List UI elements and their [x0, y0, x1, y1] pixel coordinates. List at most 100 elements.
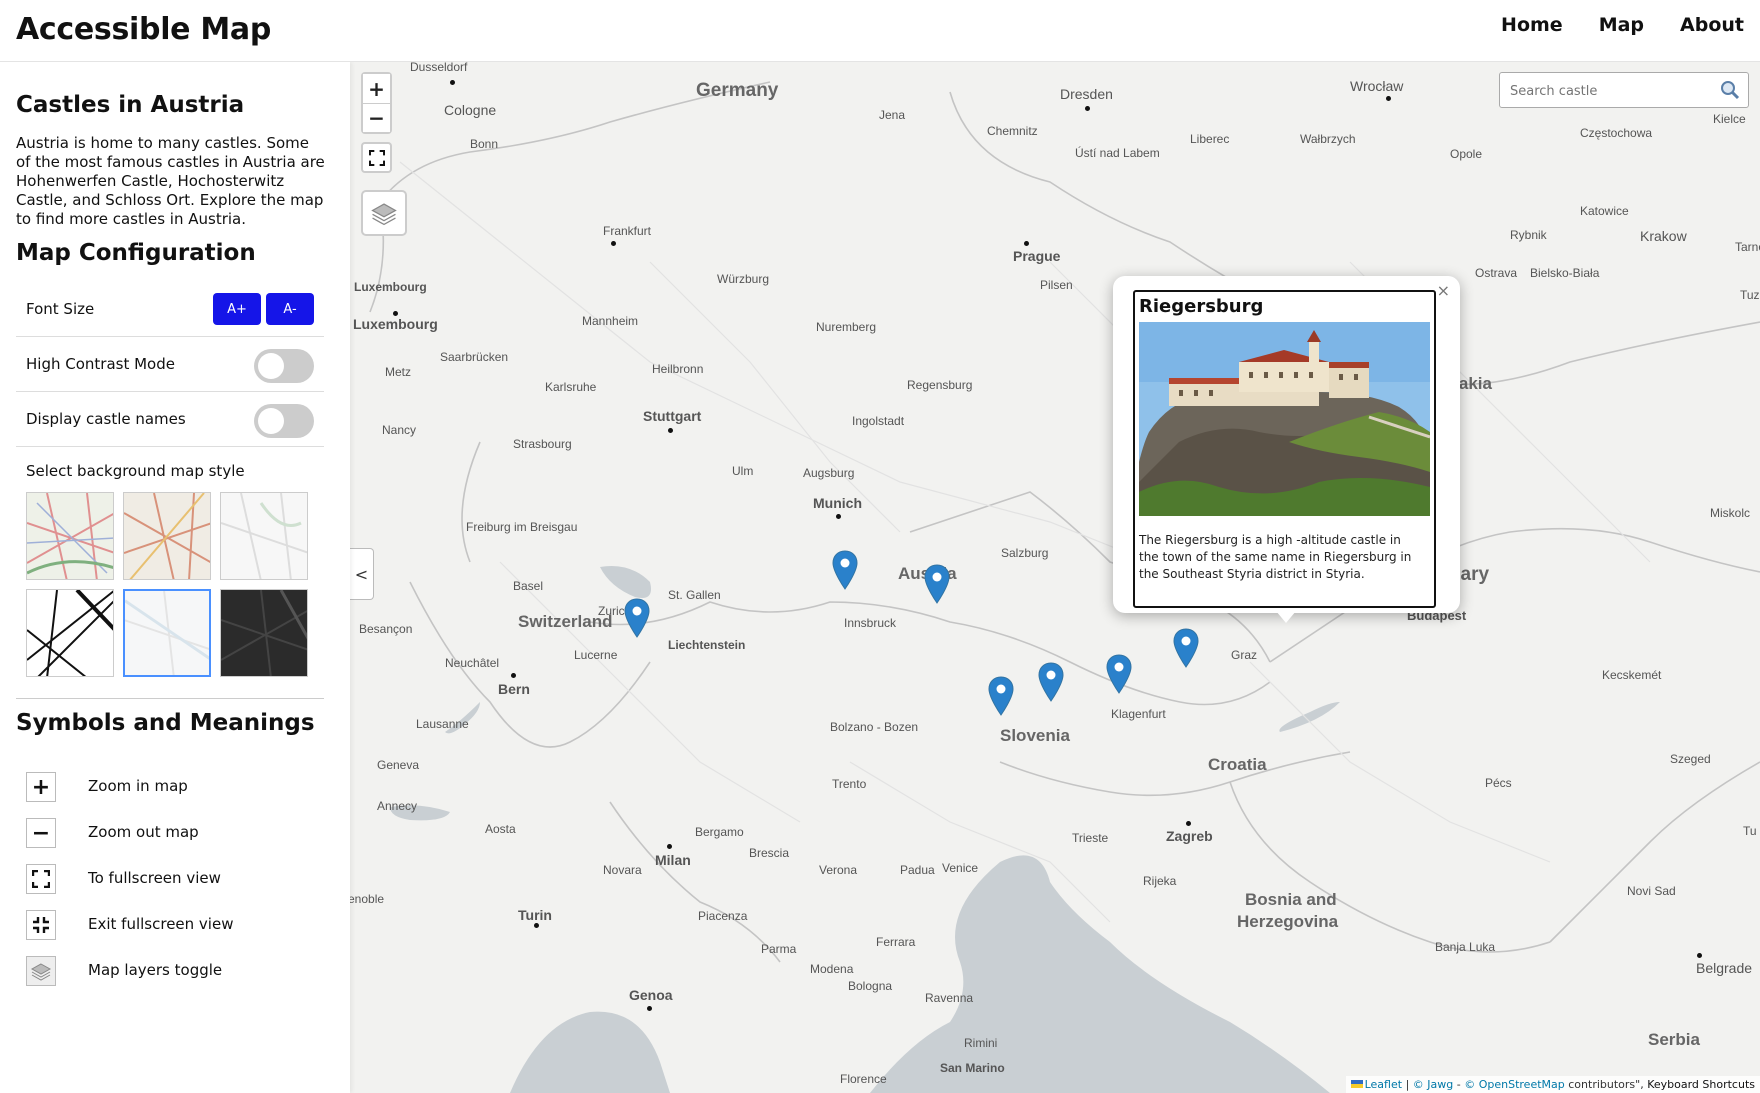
symbols-title: Symbols and Meanings [16, 710, 315, 736]
city-label: Jena [879, 108, 906, 122]
city-label: Bielsko-Biała [1530, 266, 1600, 280]
city-label: Geneva [377, 758, 420, 772]
brand-title[interactable]: Accessible Map [16, 12, 271, 47]
city-label: Freiburg im Breisgau [466, 520, 578, 534]
castle-popup: × Riegersburg The Riegersburg is a high … [1113, 276, 1460, 623]
leaflet-link[interactable]: Leaflet [1365, 1078, 1402, 1091]
fullscreen-icon [368, 149, 385, 166]
city-label: Ferrara [876, 935, 916, 949]
country-label: Croatia [1208, 755, 1267, 774]
city-label: Würzburg [717, 272, 770, 286]
nav-map-link[interactable]: Map [1599, 14, 1644, 36]
city-label: Bonn [470, 137, 499, 151]
castle-marker[interactable] [924, 564, 950, 604]
symbol-row-zoom-out: − Zoom out map [26, 818, 326, 848]
keyboard-shortcuts-link[interactable]: Keyboard Shortcuts [1647, 1078, 1755, 1091]
city-label: St. Gallen [668, 588, 721, 602]
city-label: Nancy [382, 423, 417, 437]
city-label: Karlsruhe [545, 380, 597, 394]
symbol-label: To fullscreen view [88, 869, 221, 887]
city-label: Florence [840, 1072, 887, 1086]
city-label: Pécs [1485, 776, 1512, 790]
city-label: Basel [513, 579, 544, 593]
high-contrast-toggle[interactable] [254, 349, 314, 383]
map-thumbnail [124, 493, 210, 579]
city-label: Venice [942, 861, 979, 875]
city-label: Luxembourg [353, 316, 438, 332]
collapse-sidebar-button[interactable]: < [350, 548, 374, 600]
city-label: Rijeka [1143, 874, 1177, 888]
attrib-dash: - [1456, 1078, 1461, 1091]
city-dot [1386, 96, 1391, 101]
city-label: Trieste [1072, 831, 1109, 845]
osm-link[interactable]: © OpenStreetMap [1464, 1078, 1565, 1091]
map-thumbnail [27, 590, 113, 676]
city-dot [668, 428, 673, 433]
castle-marker[interactable] [1106, 654, 1132, 694]
city-label: enoble [350, 892, 385, 906]
search-input[interactable] [1510, 81, 1710, 101]
high-contrast-label: High Contrast Mode [26, 355, 175, 373]
attrib-contributors: contributors", [1568, 1078, 1644, 1091]
symbol-label: Map layers toggle [88, 961, 223, 979]
map-style-bw-tile[interactable] [26, 589, 114, 677]
map-container[interactable]: Germany Austria Switzerland Slovakia Hun… [350, 62, 1760, 1093]
map-style-dark-tile[interactable] [220, 589, 308, 677]
nav-about-link[interactable]: About [1680, 14, 1744, 36]
city-label: Bolzano - Bozen [830, 720, 919, 734]
city-label: Regensburg [907, 378, 973, 392]
map-style-osm-tile[interactable] [123, 492, 211, 580]
city-label: Chemnitz [987, 124, 1038, 138]
city-dot [611, 241, 616, 246]
jawg-link[interactable]: © Jawg [1413, 1078, 1453, 1091]
search-icon[interactable] [1720, 80, 1740, 100]
city-label: Katowice [1580, 204, 1629, 218]
city-label: Cologne [444, 102, 497, 118]
city-label: Padua [900, 863, 935, 877]
city-label: Munich [813, 495, 862, 511]
flag-icon [1350, 1080, 1363, 1088]
font-decrease-button[interactable]: A- [266, 293, 314, 325]
layers-icon [26, 956, 56, 986]
zoom-in-button[interactable]: + [363, 74, 390, 103]
map-style-light-tile[interactable] [220, 492, 308, 580]
castle-marker[interactable] [988, 676, 1014, 716]
city-label: Neuchâtel [445, 656, 500, 670]
city-label: Ravenna [925, 991, 974, 1005]
zoom-out-button[interactable]: − [363, 103, 390, 132]
city-label: Turin [518, 907, 552, 923]
symbol-row-layers: Map layers toggle [26, 956, 326, 986]
castle-marker-selected[interactable] [1173, 628, 1199, 668]
city-label: Strasbourg [513, 437, 572, 451]
map-style-streets-tile[interactable] [26, 492, 114, 580]
fullscreen-button[interactable] [361, 142, 392, 173]
city-label: Tuzla [1740, 288, 1760, 302]
nav-home-link[interactable]: Home [1501, 14, 1563, 36]
font-size-row: Font Size A+ A- [16, 282, 324, 337]
city-label: Miskolc [1710, 506, 1751, 520]
city-label: Bern [498, 681, 530, 697]
city-label: Dusseldorf [410, 62, 468, 74]
popup-close-button[interactable]: × [1437, 281, 1450, 300]
city-label: Wrocław [1350, 78, 1404, 94]
city-label: Szeged [1670, 752, 1711, 766]
city-dot [450, 80, 455, 85]
symbol-label: Exit fullscreen view [88, 915, 234, 933]
city-dot [647, 1006, 652, 1011]
map-style-sunny-tile[interactable] [123, 589, 211, 677]
layers-toggle-button[interactable] [361, 190, 407, 236]
symbol-row-fullscreen: To fullscreen view [26, 864, 326, 894]
attrib-sep: | [1405, 1078, 1410, 1091]
castle-names-toggle[interactable] [254, 404, 314, 438]
city-dot [836, 514, 841, 519]
castle-marker[interactable] [1038, 662, 1064, 702]
country-label: Germany [696, 80, 779, 101]
castle-marker[interactable] [624, 598, 650, 638]
map-background [350, 62, 1760, 1093]
castle-marker[interactable] [832, 550, 858, 590]
popup-content: Riegersburg The Riegersburg is a high -a… [1133, 290, 1436, 608]
symbol-label: Zoom out map [88, 823, 199, 841]
city-label: Pilsen [1040, 278, 1073, 292]
font-increase-button[interactable]: A+ [213, 293, 261, 325]
city-label: Nuremberg [816, 320, 877, 334]
